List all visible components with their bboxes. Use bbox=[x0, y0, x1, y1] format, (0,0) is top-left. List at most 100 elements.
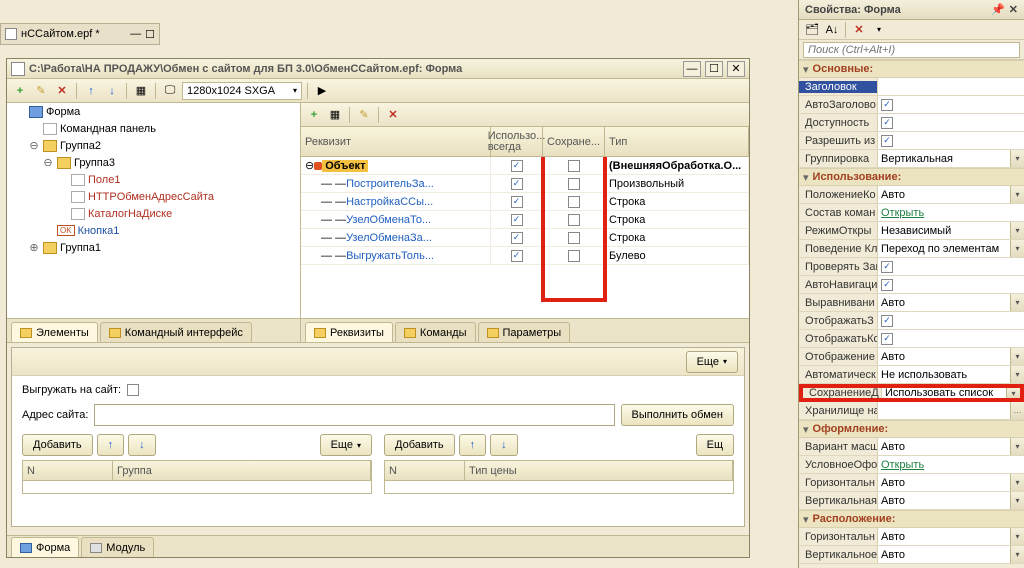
tab-parameters[interactable]: Параметры bbox=[478, 322, 571, 342]
move-down-icon[interactable] bbox=[103, 82, 121, 100]
col-use-always[interactable]: Использо... всегда bbox=[491, 127, 543, 156]
property-row[interactable]: Поведение КлПереход по элементам▾ bbox=[799, 240, 1024, 258]
property-row[interactable]: Разрешить из✓ bbox=[799, 132, 1024, 150]
property-row[interactable]: УсловноеОфоОткрыть bbox=[799, 456, 1024, 474]
maximize-icon[interactable]: ☐ bbox=[145, 28, 155, 41]
tree-item[interactable]: ⊕Группа1 bbox=[7, 239, 300, 256]
more-right-button[interactable]: Ещ bbox=[696, 434, 734, 456]
property-row[interactable]: АвтоНавигаци✓ bbox=[799, 276, 1024, 294]
property-row[interactable]: ОтображатьКо✓ bbox=[799, 330, 1024, 348]
property-row[interactable]: Доступность✓ bbox=[799, 114, 1024, 132]
tree-item[interactable]: Поле1 bbox=[7, 171, 300, 188]
edit-icon[interactable]: ✎ bbox=[32, 82, 50, 100]
properties-title[interactable]: Свойства: Форма 📌 ✕ bbox=[799, 0, 1024, 20]
minimize-icon[interactable]: — bbox=[130, 28, 141, 40]
sort-cat-icon[interactable]: 🗂 bbox=[803, 21, 821, 39]
address-input[interactable] bbox=[94, 404, 614, 426]
add-attr-icon[interactable]: + bbox=[305, 106, 323, 124]
table-row[interactable]: — — НастройкаССы...✓Строка bbox=[301, 193, 749, 211]
col-attribute[interactable]: Реквизит bbox=[301, 127, 491, 156]
property-row[interactable]: ВертикальнаяАвто▾ bbox=[799, 492, 1024, 510]
tab-module[interactable]: Модуль bbox=[81, 537, 154, 557]
category-header[interactable]: ▾Оформление: bbox=[799, 420, 1024, 438]
property-row[interactable]: Вариант масшАвто▾ bbox=[799, 438, 1024, 456]
table-row[interactable]: — — УзелОбменаТо...✓Строка bbox=[301, 211, 749, 229]
property-row[interactable]: Хранилище на… bbox=[799, 402, 1024, 420]
property-row[interactable]: АвтоматическНе использовать▾ bbox=[799, 366, 1024, 384]
del-attr-icon[interactable]: ✕ bbox=[384, 106, 402, 124]
col-price[interactable]: Тип цены bbox=[465, 461, 733, 480]
col-type[interactable]: Тип bbox=[605, 127, 749, 156]
run-icon[interactable]: ▶ bbox=[313, 82, 331, 100]
tab-elements[interactable]: Элементы bbox=[11, 322, 98, 342]
titlebar[interactable]: С:\Работа\НА ПРОДАЖУ\Обмен с сайтом для … bbox=[7, 59, 749, 79]
property-row[interactable]: ВыравниваниАвто▾ bbox=[799, 294, 1024, 312]
delete-icon[interactable]: ✕ bbox=[53, 82, 71, 100]
property-row[interactable]: ВертикальноеАвто▾ bbox=[799, 546, 1024, 564]
table-row[interactable]: — — ПостроительЗа...✓Произвольный bbox=[301, 175, 749, 193]
property-row[interactable]: ПоложениеКоАвто▾ bbox=[799, 186, 1024, 204]
resolution-combo[interactable]: 1280x1024 SXGA▾ bbox=[182, 82, 302, 100]
property-row[interactable]: ГоризонтальнАвто▾ bbox=[799, 528, 1024, 546]
clear-icon[interactable]: ✕ bbox=[850, 21, 868, 39]
tab-form[interactable]: Форма bbox=[11, 537, 79, 557]
tree-item[interactable]: HTTPОбменАдресСайта bbox=[7, 188, 300, 205]
more-left-button[interactable]: Еще▾ bbox=[320, 434, 372, 456]
down-right-button[interactable] bbox=[490, 434, 518, 456]
down-left-button[interactable] bbox=[128, 434, 156, 456]
property-row[interactable]: ГруппировкаВертикальная▾ bbox=[799, 150, 1024, 168]
tab-attributes[interactable]: Реквизиты bbox=[305, 322, 393, 342]
upload-checkbox[interactable] bbox=[127, 384, 139, 396]
exchange-button[interactable]: Выполнить обмен bbox=[621, 404, 734, 426]
table-row[interactable]: ⊖ Объект✓(ВнешняяОбработка.О... bbox=[301, 157, 749, 175]
attributes-grid[interactable]: ⊖ Объект✓(ВнешняяОбработка.О...— — Постр… bbox=[301, 157, 749, 318]
category-header[interactable]: ▾Основные: bbox=[799, 60, 1024, 78]
table-row[interactable]: — — УзелОбменаЗа...✓Строка bbox=[301, 229, 749, 247]
right-table[interactable]: N Тип цены bbox=[384, 460, 734, 494]
up-left-button[interactable] bbox=[97, 434, 125, 456]
col-n-right[interactable]: N bbox=[385, 461, 465, 480]
property-row[interactable]: ГоризонтальнАвто▾ bbox=[799, 474, 1024, 492]
close-button[interactable]: ✕ bbox=[727, 61, 745, 77]
category-header[interactable]: ▾Использование: bbox=[799, 168, 1024, 186]
minimize-button[interactable]: — bbox=[683, 61, 701, 77]
add-col-icon[interactable]: ▦ bbox=[326, 106, 344, 124]
table-row[interactable]: — — ВыгружатьТоль...✓Булево bbox=[301, 247, 749, 265]
property-row[interactable]: РежимОткрыНезависимый▾ bbox=[799, 222, 1024, 240]
add-left-button[interactable]: Добавить bbox=[22, 434, 93, 456]
tree-item[interactable]: ⊖Группа2 bbox=[7, 137, 300, 154]
add-icon[interactable]: + bbox=[11, 82, 29, 100]
col-group[interactable]: Группа bbox=[113, 461, 371, 480]
tree-item[interactable]: Форма bbox=[7, 103, 300, 120]
tab-commands[interactable]: Команды bbox=[395, 322, 476, 342]
tree-item[interactable]: КаталогНаДиске bbox=[7, 205, 300, 222]
tree-item[interactable]: OKКнопка1 bbox=[7, 222, 300, 239]
props-pin-icon[interactable]: 📌 bbox=[991, 3, 1005, 16]
sort-alpha-icon[interactable]: A↓ bbox=[823, 21, 841, 39]
add-right-button[interactable]: Добавить bbox=[384, 434, 455, 456]
move-up-icon[interactable] bbox=[82, 82, 100, 100]
tab-command-interface[interactable]: Командный интерфейс bbox=[100, 322, 252, 342]
elements-tree[interactable]: ФормаКомандная панель⊖Группа2⊖Группа3Пол… bbox=[7, 103, 300, 318]
tree-item[interactable]: ⊖Группа3 bbox=[7, 154, 300, 171]
property-row[interactable]: Заголовок bbox=[799, 78, 1024, 96]
up-right-button[interactable] bbox=[459, 434, 487, 456]
category-header[interactable]: ▾Расположение: bbox=[799, 510, 1024, 528]
property-row[interactable]: ОтображатьЗ✓ bbox=[799, 312, 1024, 330]
form-icon[interactable]: ▦ bbox=[132, 82, 150, 100]
property-row[interactable]: АвтоЗаголово✓ bbox=[799, 96, 1024, 114]
col-n-left[interactable]: N bbox=[23, 461, 113, 480]
property-row[interactable]: ОтображениеАвто▾ bbox=[799, 348, 1024, 366]
props-search-input[interactable] bbox=[803, 42, 1020, 58]
props-body[interactable]: ▾Основные:ЗаголовокАвтоЗаголово✓Доступно… bbox=[799, 60, 1024, 566]
maximize-button[interactable]: ☐ bbox=[705, 61, 723, 77]
tree-item[interactable]: Командная панель bbox=[7, 120, 300, 137]
help-icon[interactable]: ▾ bbox=[870, 21, 888, 39]
props-close-icon[interactable]: ✕ bbox=[1009, 3, 1018, 16]
col-save[interactable]: Сохране... bbox=[543, 127, 605, 156]
property-row[interactable]: СохранениеДИспользовать список▾ bbox=[799, 384, 1024, 402]
edit-attr-icon[interactable]: ✎ bbox=[355, 106, 373, 124]
monitor-icon[interactable]: 🖵 bbox=[161, 82, 179, 100]
property-row[interactable]: Состав команОткрыть bbox=[799, 204, 1024, 222]
property-row[interactable]: Проверять Заг✓ bbox=[799, 258, 1024, 276]
